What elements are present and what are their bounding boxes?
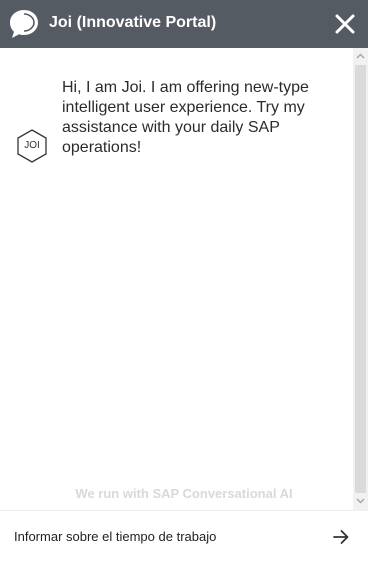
- message-input[interactable]: [14, 525, 314, 547]
- bot-avatar-label: JOI: [24, 140, 40, 151]
- bot-avatar: JOI: [17, 129, 47, 163]
- composer: [0, 510, 368, 562]
- scrollbar[interactable]: [353, 48, 368, 510]
- bot-message: Hi, I am Joi. I am offering new-type int…: [62, 79, 309, 156]
- arrow-right-icon[interactable]: [331, 527, 351, 547]
- speech-bubble-icon: [10, 10, 38, 38]
- close-icon[interactable]: [334, 13, 356, 35]
- message-area[interactable]: JOI Hi, I am Joi. I am offering new-type…: [0, 48, 353, 510]
- chat-title: Joi (Innovative Portal): [49, 14, 217, 31]
- scrollbar-thumb[interactable]: [355, 65, 366, 493]
- powered-by-text: We run with SAP Conversational AI: [75, 486, 293, 501]
- scroll-up-icon[interactable]: [356, 53, 365, 59]
- chat-header: Joi (Innovative Portal): [0, 0, 368, 48]
